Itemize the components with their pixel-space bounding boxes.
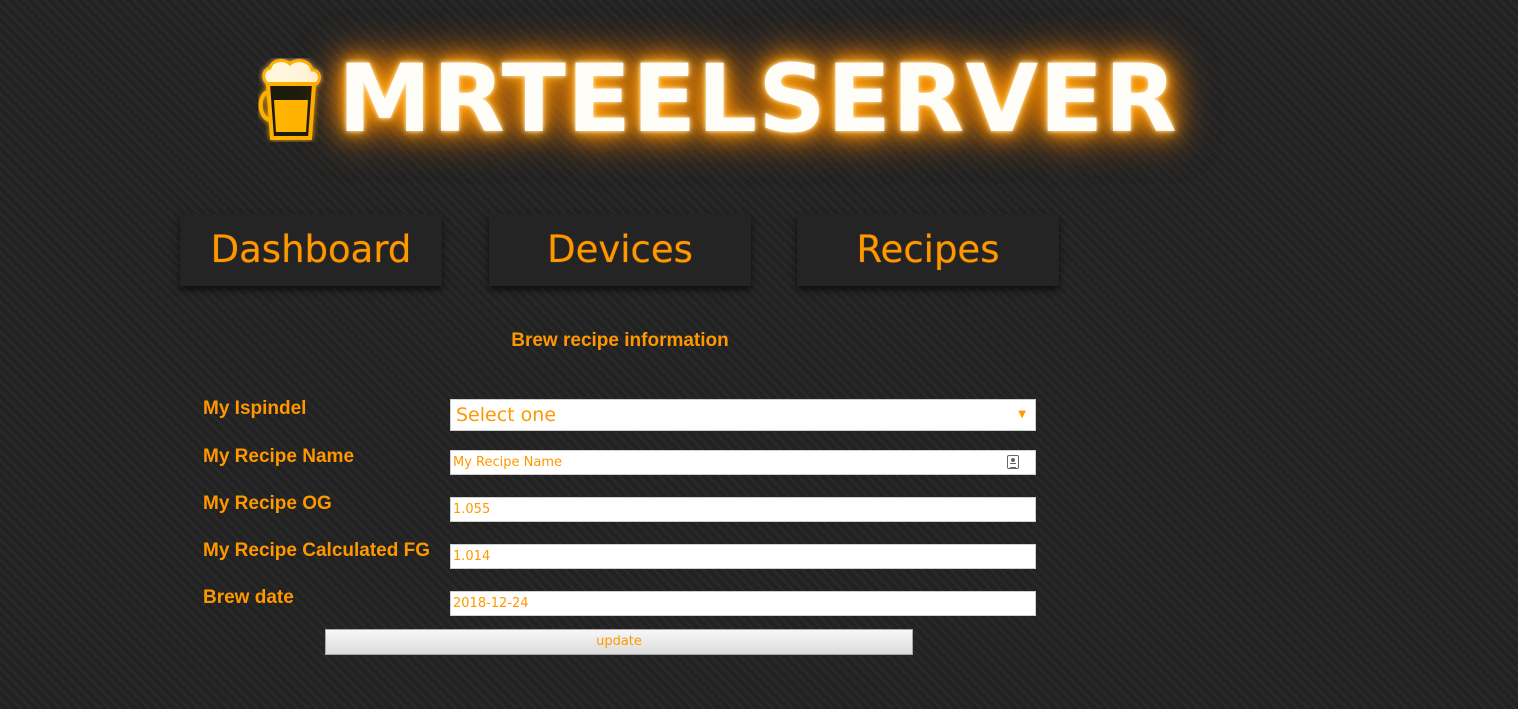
recipe-fg-label: My Recipe Calculated FG (203, 540, 431, 561)
site-logo[interactable]: MRTEELSERVER (256, 45, 1336, 154)
recipe-og-input[interactable]: 1.055 (450, 497, 1036, 522)
ispindel-select[interactable]: Select one ▼ (450, 399, 1036, 431)
recipe-name-placeholder: My Recipe Name (453, 455, 562, 470)
nav-dashboard[interactable]: Dashboard (180, 214, 442, 286)
contact-card-icon[interactable] (1007, 455, 1019, 469)
recipe-name-input[interactable]: My Recipe Name (450, 450, 1036, 475)
beer-mug-icon (258, 58, 324, 142)
recipe-og-label: My Recipe OG (203, 493, 332, 514)
ispindel-selected-value: Select one (456, 404, 557, 426)
brew-date-label: Brew date (203, 587, 294, 608)
nav-devices[interactable]: Devices (489, 214, 751, 286)
recipe-name-label: My Recipe Name (203, 446, 355, 467)
ispindel-label: My Ispindel (203, 398, 307, 419)
nav-recipes[interactable]: Recipes (797, 214, 1059, 286)
dropdown-arrow-icon: ▼ (1018, 409, 1026, 420)
logo-text: MRTEELSERVER (338, 45, 1178, 154)
recipe-fg-input[interactable]: 1.014 (450, 544, 1036, 569)
brew-date-input[interactable]: 2018-12-24 (450, 591, 1036, 616)
form-title: Brew recipe information (511, 330, 729, 351)
update-button[interactable]: update (325, 629, 913, 655)
